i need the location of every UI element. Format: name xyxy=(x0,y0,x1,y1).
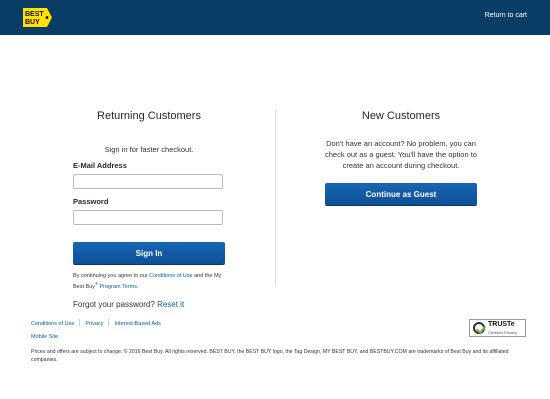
returning-subtitle: Sign in for faster checkout. xyxy=(104,145,194,154)
return-to-cart-link[interactable]: Return to cart xyxy=(485,12,527,19)
mobile-site-link[interactable]: Mobile Site xyxy=(31,334,58,340)
new-customers-title: New Customers xyxy=(361,110,441,122)
terms-prefix: By continuing you agree to our xyxy=(73,273,148,279)
password-label: Password xyxy=(73,197,109,206)
footer-privacy-link[interactable]: Privacy xyxy=(85,321,103,327)
svg-text:BUY: BUY xyxy=(25,19,40,26)
footer-separator xyxy=(79,319,81,326)
registered-mark: ® xyxy=(95,281,98,286)
truste-title: TRUSTe xyxy=(488,321,515,328)
column-divider xyxy=(275,110,276,286)
footer-conditions-link[interactable]: Conditions of Use xyxy=(31,321,74,327)
returning-customers-title: Returning Customers xyxy=(97,110,201,122)
forgot-password-text: Forgot your password? xyxy=(73,299,155,309)
page-footer: Conditions of Use Privacy Interest-Based A… xyxy=(31,319,526,364)
sign-in-main: Returning Customers Sign in for faster c… xyxy=(0,35,550,335)
footer-links: Conditions of Use Privacy Interest-Based A… xyxy=(31,319,526,327)
continue-as-guest-button[interactable]: Continue as Guest xyxy=(325,183,477,205)
new-customers-section: New Customers Don't have an account? No … xyxy=(325,110,477,205)
sign-in-button[interactable]: Sign In xyxy=(73,242,225,264)
new-customers-subtitle: Don't have an account? No problem, you c… xyxy=(325,139,477,170)
email-field[interactable] xyxy=(73,174,223,189)
top-header: BEST BUY Return to cart xyxy=(0,0,550,35)
program-terms-link[interactable]: Program Terms. xyxy=(100,284,139,290)
email-label: E-Mail Address xyxy=(73,161,127,170)
password-field[interactable] xyxy=(73,210,223,225)
terms-notice: By continuing you agree to our Condition… xyxy=(73,272,225,291)
copyright-text: Prices and offers are subject to change.… xyxy=(31,349,509,363)
conditions-of-use-link[interactable]: Conditions of Use xyxy=(149,273,192,279)
returning-customers-section: Returning Customers Sign in for faster c… xyxy=(73,110,225,309)
footer-interest-ads-link[interactable]: Interest-Based Ads xyxy=(114,321,160,327)
best-buy-logo[interactable]: BEST BUY xyxy=(23,8,52,27)
truste-subtitle: Certified Privacy xyxy=(488,330,518,335)
svg-text:BEST: BEST xyxy=(25,11,44,18)
footer-separator xyxy=(108,319,110,326)
reset-password-link[interactable]: Reset it xyxy=(157,300,184,309)
forgot-password-row: Forgot your password? Reset it xyxy=(73,300,225,309)
truste-badge[interactable]: TRUSTe Certified Privacy xyxy=(469,319,526,337)
